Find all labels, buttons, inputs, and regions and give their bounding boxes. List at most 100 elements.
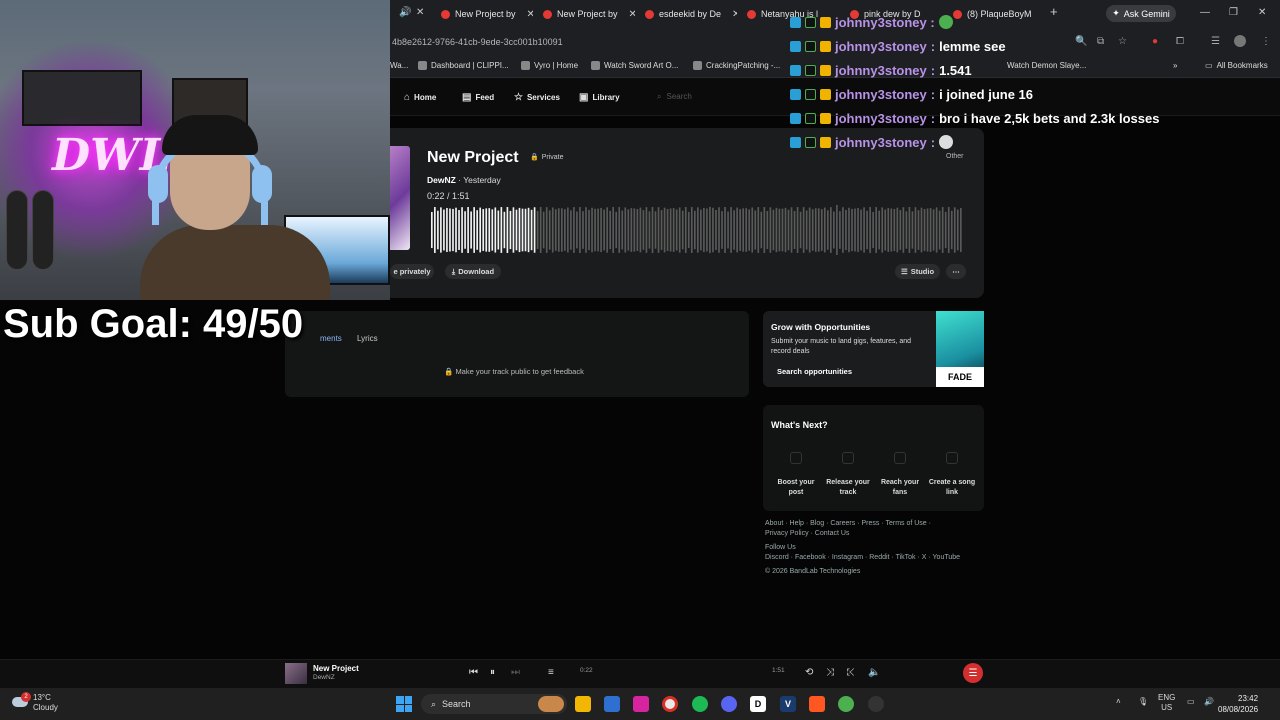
chrome-icon[interactable]	[662, 696, 678, 712]
next-icon[interactable]: ⏭	[511, 667, 520, 678]
tab-search-icon[interactable]: ☰	[1211, 36, 1220, 47]
bookmark-item[interactable]: Vyro | Home	[521, 61, 578, 70]
waveform-bar	[941, 207, 944, 253]
waveform-bar	[944, 211, 947, 249]
extension-icon[interactable]: ●	[1152, 36, 1158, 47]
close-icon[interactable]: ✕	[527, 9, 533, 20]
language-indicator[interactable]: ENG US	[1158, 693, 1175, 713]
streamer	[100, 105, 330, 300]
close-window-icon[interactable]: ✕	[1258, 7, 1266, 18]
weather-widget[interactable]: 13°C Cloudy	[33, 693, 58, 713]
waveform-bar	[884, 209, 887, 251]
app-icon[interactable]	[838, 696, 854, 712]
waveform-bar	[639, 207, 642, 253]
chat-message: johnny3stoney : lemme see	[790, 36, 1006, 56]
more-options-button[interactable]: ⋯	[946, 264, 966, 279]
instagram-icon[interactable]	[633, 696, 649, 712]
clock[interactable]: 23:42 08/08/2026	[1218, 693, 1258, 715]
download-button[interactable]: ⤓ Download	[445, 264, 501, 279]
windows-start-icon[interactable]	[396, 696, 412, 712]
chevron-right-icon[interactable]: »	[1173, 61, 1177, 70]
bookmark-item[interactable]: Watch Demon Slaye...	[1007, 61, 1086, 70]
crown-icon	[820, 88, 831, 100]
tab-plaqueboy[interactable]: (8) PlaqueBoyM✕	[953, 4, 1041, 24]
nav-home[interactable]: ⌂ Home	[404, 92, 436, 103]
search-opportunities-link[interactable]: Search opportunities	[777, 367, 852, 376]
share-button[interactable]: e privately	[390, 264, 434, 279]
queue-icon[interactable]: ≡	[548, 667, 554, 678]
search-input[interactable]: ⌕ Search	[657, 92, 692, 102]
waveform-bar	[811, 209, 814, 251]
tab-new-project-2[interactable]: New Project by ✕	[543, 4, 635, 24]
bookmark-item[interactable]: CrackingPatching -...	[693, 61, 780, 70]
chevron-up-icon[interactable]: ˄	[1116, 697, 1121, 706]
nav-feed[interactable]: ▤ Feed	[462, 92, 494, 103]
tab-comments[interactable]: ments	[320, 334, 342, 343]
studio-button[interactable]: ☰ Studio	[895, 264, 940, 279]
file-explorer-icon[interactable]	[575, 696, 591, 712]
artist-link[interactable]: DewNZ	[427, 175, 456, 185]
close-icon[interactable]: ✕	[629, 9, 635, 20]
player-artist[interactable]: DewNZ	[313, 674, 335, 681]
next-song-link[interactable]: Create a song link	[927, 478, 977, 498]
vscode-icon[interactable]: V	[780, 696, 796, 712]
bookmark-star-icon[interactable]: ☆	[1118, 36, 1127, 47]
waveform[interactable]	[431, 205, 963, 255]
next-boost-post[interactable]: Boost your post	[771, 478, 821, 498]
bookmark-item[interactable]: Watch Sword Art O...	[591, 61, 678, 70]
bookmark-item[interactable]: Dashboard | CLIPPI...	[418, 61, 509, 70]
next-release-track[interactable]: Release your track	[823, 478, 873, 498]
speaker-icon[interactable]: 🔊	[399, 7, 411, 18]
minimize-icon[interactable]: —	[1200, 7, 1210, 18]
spotify-icon[interactable]	[692, 696, 708, 712]
waveform-bar	[926, 208, 929, 252]
maximize-icon[interactable]: ❐	[1229, 7, 1238, 18]
footer-links[interactable]: About · Help · Blog · Careers · Press · …	[765, 520, 931, 527]
pause-icon[interactable]: ⏸	[490, 667, 495, 678]
previous-icon[interactable]: ⏮	[469, 667, 478, 678]
tab-new-project-1[interactable]: New Project by ✕	[441, 4, 533, 24]
microphone-icon[interactable]: 🎙	[1138, 697, 1148, 706]
url-field[interactable]: 4b8e2612-9766-41cb-9ede-3cc001b10091	[392, 37, 563, 47]
headphone-cup	[252, 165, 272, 203]
chat-username: johnny3stoney :	[835, 14, 935, 30]
nav-services[interactable]: ☆ Services	[514, 92, 560, 103]
headphone-cup	[148, 165, 168, 203]
shuffle-icon[interactable]: ⤨	[826, 667, 834, 678]
footer-links-2[interactable]: Privacy Policy · Contact Us	[765, 530, 849, 537]
player-menu-button[interactable]: ☰	[963, 663, 983, 683]
obs-icon[interactable]	[868, 696, 884, 712]
ds-app-icon[interactable]: D	[750, 696, 766, 712]
profile-avatar-icon[interactable]	[1234, 35, 1246, 47]
discord-icon[interactable]	[721, 696, 737, 712]
all-bookmarks[interactable]: ▭ All Bookmarks	[1205, 61, 1268, 70]
waveform-bar	[923, 209, 926, 251]
next-reach-fans[interactable]: Reach your fans	[875, 478, 925, 498]
close-icon[interactable]: ✕	[416, 7, 424, 18]
tab-esdeekid[interactable]: esdeekid by De ✕	[645, 4, 737, 24]
ask-gemini-button[interactable]: ✦ Ask Gemini	[1106, 5, 1176, 22]
chat-username: johnny3stoney	[835, 62, 927, 78]
volume-icon[interactable]: 🔈	[868, 667, 880, 678]
waveform-bar	[721, 211, 723, 249]
volume-icon[interactable]: 🔊	[1204, 697, 1214, 706]
display-icon[interactable]: ▭	[1187, 697, 1195, 706]
store-icon[interactable]	[604, 696, 620, 712]
weather-temp: 13°C	[33, 693, 51, 702]
brave-icon[interactable]	[809, 696, 825, 712]
menu-icon[interactable]: ⋮	[1261, 36, 1271, 47]
waveform-bar	[826, 210, 829, 250]
nav-library[interactable]: ▣ Library	[579, 92, 620, 103]
tab-lyrics[interactable]: Lyrics	[357, 334, 378, 343]
repeat-icon[interactable]: ⟲	[805, 667, 813, 678]
extensions-icon[interactable]: ⧠	[1176, 36, 1184, 47]
install-icon[interactable]: ⧉	[1097, 36, 1104, 47]
waveform-bar	[470, 211, 472, 249]
bookmark-item[interactable]: Wa...	[390, 61, 408, 70]
social-links[interactable]: Discord · Facebook · Instagram · Reddit …	[765, 554, 960, 561]
zoom-icon[interactable]: 🔍	[1075, 36, 1087, 47]
new-tab-icon[interactable]: +	[1050, 4, 1058, 19]
waveform-bar	[588, 209, 590, 251]
close-icon[interactable]: ✕	[732, 9, 737, 20]
no-shuffle-icon[interactable]: ⤪	[847, 667, 855, 678]
